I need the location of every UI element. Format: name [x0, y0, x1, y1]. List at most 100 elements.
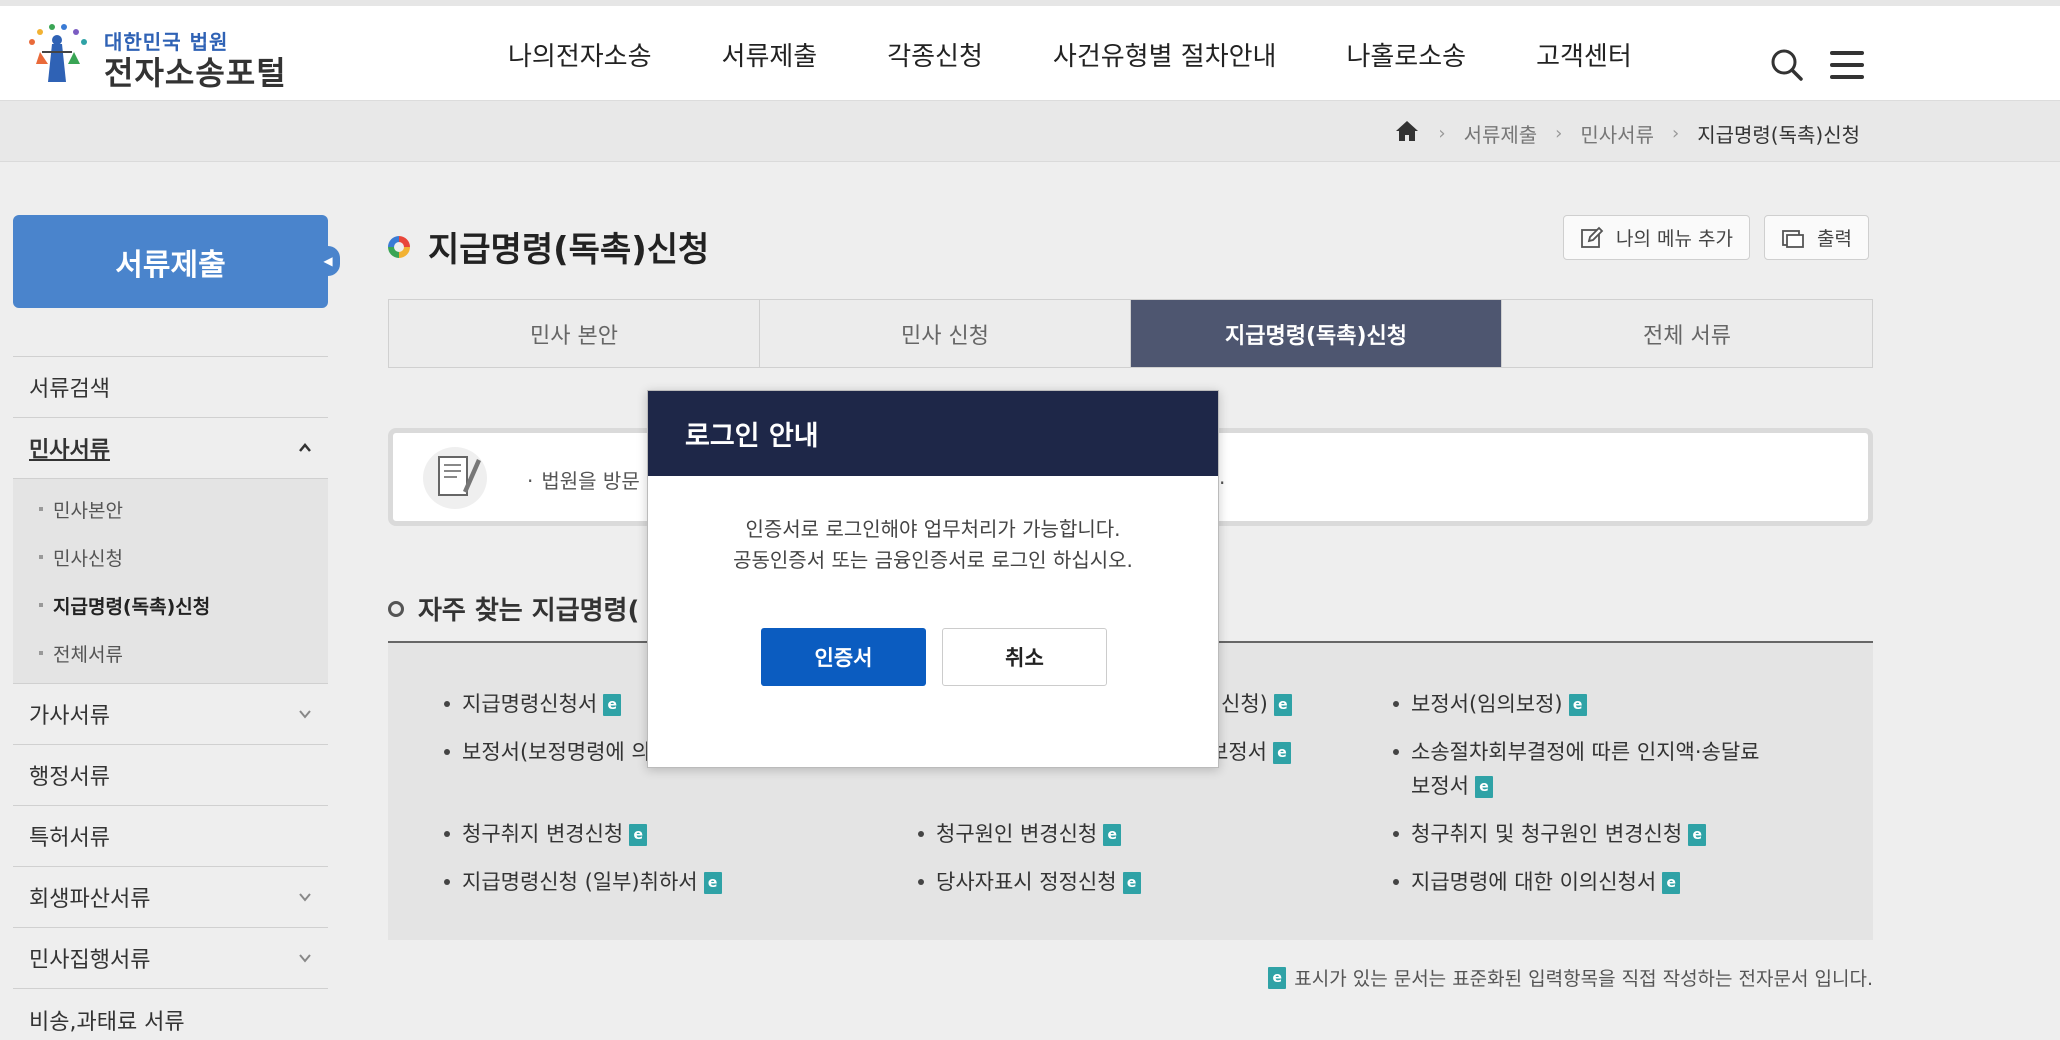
doc-link[interactable]: 지급명령신청 (일부)취하서 e	[462, 865, 722, 899]
doc-link[interactable]: 청구원인 변경신청 e	[936, 817, 1122, 851]
nav-document-submit[interactable]: 서류제출	[722, 36, 818, 73]
sidebar-item-label: 특허서류	[29, 826, 110, 851]
search-icon[interactable]	[1770, 48, 1804, 82]
site-logo[interactable]: 대한민국 법원 전자소송포털	[22, 22, 287, 94]
nav-customer-center[interactable]: 고객센터	[1536, 36, 1632, 73]
site-header: 대한민국 법원 전자소송포털 나의전자소송 서류제출 각종신청 사건유형별 절차…	[0, 0, 2060, 101]
sidebar-item-administrative[interactable]: 행정서류	[13, 745, 328, 806]
doc-link[interactable]: 소송절차회부결정에 따른 인지액·송달료보정서 e	[1411, 735, 1833, 803]
chevron-right-icon: ›	[1671, 123, 1680, 144]
sidebar-item-patent[interactable]: 특허서류	[13, 806, 328, 867]
chevron-up-icon	[299, 443, 311, 452]
doc-link[interactable]: 신청) e	[1221, 687, 1292, 721]
nav-self-litigation[interactable]: 나홀로소송	[1346, 36, 1466, 73]
e-document-footnote: e 표시가 있는 문서는 표준화된 입력항목을 직접 작성하는 전자문서 입니다…	[1268, 964, 1873, 991]
tab-payment-order[interactable]: 지급명령(독촉)신청	[1131, 300, 1502, 367]
sidebar-item-civil-execution[interactable]: 민사집행서류	[13, 928, 328, 989]
doc-link[interactable]: 지급명령신청서 e	[462, 687, 622, 721]
print-icon	[1782, 229, 1804, 248]
hamburger-menu-icon[interactable]	[1830, 51, 1864, 79]
doc-link[interactable]: 청구취지 변경신청 e	[462, 817, 648, 851]
tab-all-documents[interactable]: 전체 서류	[1502, 300, 1872, 367]
sidebar-item-label: 가사서류	[29, 704, 110, 729]
sidebar-collapse-toggle[interactable]: ◀	[316, 246, 340, 276]
main-nav: 나의전자소송 서류제출 각종신청 사건유형별 절차안내 나홀로소송 고객센터	[508, 36, 1632, 73]
dialog-message: 인증서로 로그인해야 업무처리가 가능합니다. 공동인증서 또는 금융인증서로 …	[648, 514, 1218, 576]
tab-civil-main[interactable]: 민사 본안	[389, 300, 760, 367]
doc-label: 보정서(임의보정)	[1411, 692, 1563, 716]
doc-link[interactable]: 당사자표시 정정신청 e	[936, 865, 1141, 899]
sidebar-item-label: 비송,과태료 서류	[29, 1009, 185, 1035]
print-button[interactable]: 출력	[1763, 215, 1869, 260]
doc-link[interactable]: 청구취지 및 청구원인 변경신청 e	[1411, 817, 1707, 851]
home-icon[interactable]	[1394, 119, 1420, 148]
breadcrumb-item[interactable]: 민사서류	[1580, 119, 1654, 148]
logo-subtitle: 대한민국 법원	[104, 29, 229, 54]
edit-icon	[1581, 226, 1604, 248]
section-bullet-icon	[388, 600, 404, 617]
e-document-icon: e	[1268, 966, 1287, 989]
e-document-icon: e	[1103, 824, 1122, 846]
sidebar-item-label: 민사집행서류	[29, 948, 151, 973]
doc-label: 소송절차회부결정에 따른 인지액·송달료	[1411, 740, 1760, 764]
sidebar-item-family[interactable]: 가사서류	[13, 684, 328, 745]
nav-procedure-guide[interactable]: 사건유형별 절차안내	[1053, 36, 1277, 73]
doc-label: 보정서	[1411, 774, 1469, 798]
dialog-message-line: 공동인증서 또는 금융인증서로 로그인 하십시오.	[733, 548, 1133, 572]
nav-my-ecourt[interactable]: 나의전자소송	[508, 36, 652, 73]
doc-link[interactable]: 보정서 e	[1209, 735, 1291, 769]
add-my-menu-button[interactable]: 나의 메뉴 추가	[1563, 215, 1750, 260]
sidebar-subitem-all-documents[interactable]: 전체서류	[13, 629, 328, 677]
doc-link[interactable]: 보정서(임의보정) e	[1411, 687, 1587, 721]
doc-label: 신청)	[1221, 692, 1268, 716]
chevron-right-icon: ›	[1438, 123, 1446, 144]
e-document-icon: e	[1568, 694, 1587, 716]
e-document-icon: e	[1272, 742, 1291, 764]
dialog-title: 로그인 안내	[648, 391, 1218, 476]
sidebar-item-label: 행정서류	[29, 765, 110, 790]
sidebar: 서류제출 ◀ 서류검색 민사서류 민사본안 민사신청 지급명령(독촉)신청 전체…	[13, 215, 340, 1040]
doc-label: 지급명령신청서	[462, 692, 598, 716]
sidebar-title: 서류제출 ◀	[13, 215, 340, 308]
page-title: 지급명령(독촉)신청	[388, 222, 709, 271]
doc-link[interactable]: 지급명령에 대한 이의신청서 e	[1411, 865, 1681, 899]
doc-label: 지급명령신청 (일부)취하서	[462, 870, 698, 894]
doc-label: 청구취지 및 청구원인 변경신청	[1411, 822, 1683, 846]
cancel-button[interactable]: 취소	[942, 628, 1107, 686]
sidebar-item-label: 민사서류	[29, 438, 110, 463]
doc-link[interactable]: 보정서(보정명령에 의	[462, 735, 651, 769]
sidebar-item-non-contentious[interactable]: 비송,과태료 서류	[13, 989, 328, 1040]
sidebar-subitem-civil-application[interactable]: 민사신청	[13, 533, 328, 581]
footnote-text: 표시가 있는 문서는 표준화된 입력항목을 직접 작성하는 전자문서 입니다.	[1294, 968, 1873, 990]
e-document-icon: e	[1688, 824, 1707, 846]
e-document-icon: e	[1273, 694, 1292, 716]
e-document-icon: e	[1474, 776, 1493, 798]
chevron-down-icon	[299, 954, 311, 963]
nav-applications[interactable]: 각종신청	[887, 36, 983, 73]
sidebar-subitem-civil-main[interactable]: 민사본안	[13, 485, 328, 533]
breadcrumb-current: 지급명령(독촉)신청	[1697, 123, 1860, 147]
doc-label: 당사자표시 정정신청	[936, 870, 1117, 894]
chevron-right-icon: ›	[1555, 123, 1563, 144]
e-document-icon: e	[1662, 872, 1681, 894]
document-quill-icon	[423, 447, 487, 509]
doc-label: 청구원인 변경신청	[936, 822, 1098, 846]
sidebar-subitem-payment-order[interactable]: 지급명령(독촉)신청	[13, 581, 328, 629]
print-label: 출력	[1816, 228, 1852, 250]
document-tabs: 민사 본안 민사 신청 지급명령(독촉)신청 전체 서류	[388, 299, 1873, 368]
sidebar-submenu-civil: 민사본안 민사신청 지급명령(독촉)신청 전체서류	[13, 479, 328, 684]
section-title: 자주 찾는 지급명령(	[388, 590, 639, 627]
e-document-icon: e	[629, 824, 648, 846]
sidebar-item-rehabilitation-bankruptcy[interactable]: 회생파산서류	[13, 867, 328, 928]
doc-label: 청구취지 변경신청	[462, 822, 624, 846]
e-document-icon: e	[1122, 872, 1141, 894]
logo-title: 전자소송포털	[104, 53, 287, 92]
breadcrumb-item[interactable]: 서류제출	[1464, 119, 1538, 148]
notice-text: 법원을 방문	[527, 465, 639, 494]
sidebar-item-document-search[interactable]: 서류검색	[13, 357, 328, 418]
tab-civil-application[interactable]: 민사 신청	[760, 300, 1131, 367]
sidebar-item-civil[interactable]: 민사서류	[13, 418, 328, 479]
certificate-login-button[interactable]: 인증서	[761, 628, 926, 686]
sidebar-item-label: 서류검색	[29, 377, 110, 402]
court-emblem-icon	[22, 22, 94, 94]
